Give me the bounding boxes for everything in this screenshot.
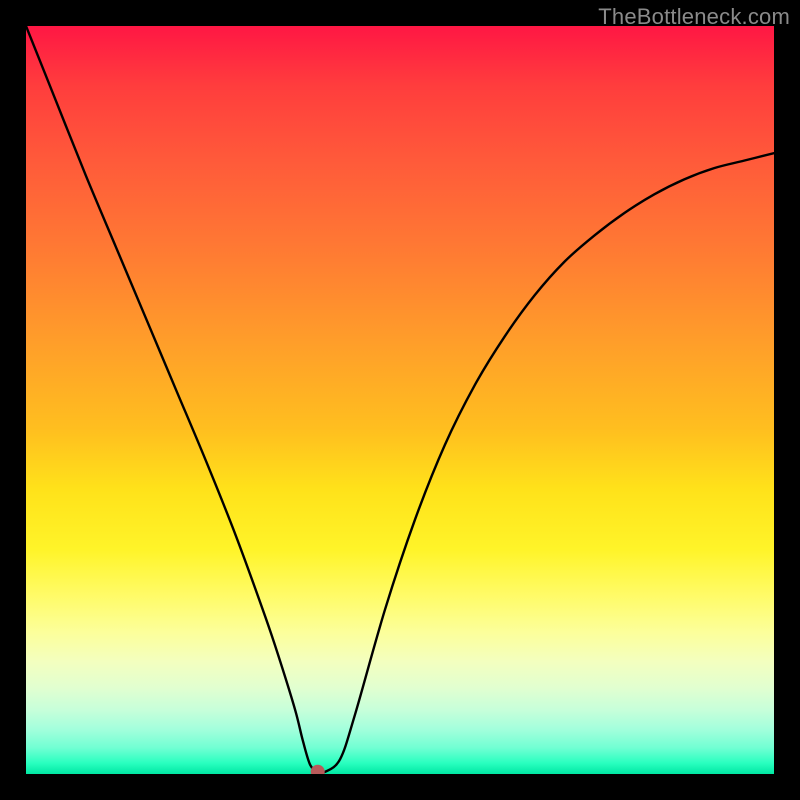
chart-frame: TheBottleneck.com bbox=[0, 0, 800, 800]
optimum-marker bbox=[311, 765, 325, 774]
mismatch-curve bbox=[26, 26, 774, 774]
chart-plot-area bbox=[26, 26, 774, 774]
watermark-text: TheBottleneck.com bbox=[598, 4, 790, 30]
